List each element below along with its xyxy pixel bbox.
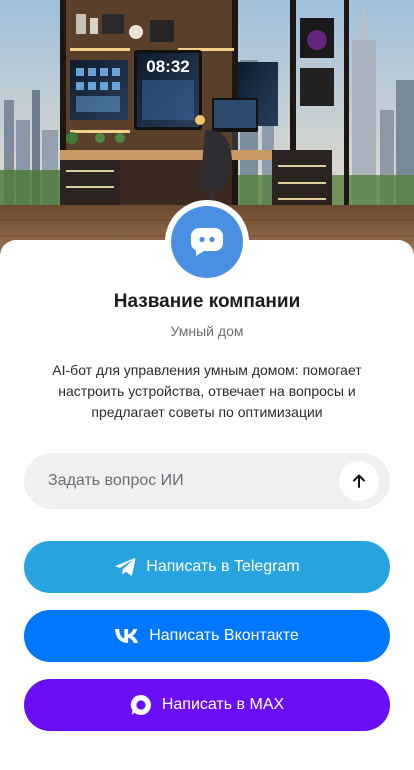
company-avatar [165, 200, 249, 284]
max-button-label: Написать в MAX [161, 696, 285, 713]
vk-icon [115, 629, 139, 643]
max-icon [130, 694, 152, 716]
arrow-up-icon [353, 474, 365, 488]
hero-clock-text: 08:32 [146, 57, 189, 76]
telegram-button[interactable]: Написать в Telegram [24, 541, 390, 593]
ask-ai-field [24, 453, 390, 509]
company-subtitle: Умный дом [170, 323, 244, 339]
telegram-button-label: Написать в Telegram [146, 558, 300, 575]
ask-ai-input[interactable] [48, 453, 348, 509]
chat-bot-icon [190, 228, 223, 256]
vkontakte-button-label: Написать Вконтакте [149, 627, 299, 644]
send-button[interactable] [339, 461, 379, 501]
max-button[interactable]: Написать в MAX [24, 679, 390, 731]
avatar-circle [171, 206, 243, 278]
company-name: Название компании [113, 291, 301, 312]
telegram-icon [114, 557, 136, 577]
company-description: AI-бот для управления умным домом: помог… [52, 362, 362, 420]
vkontakte-button[interactable]: Написать Вконтакте [24, 610, 390, 662]
